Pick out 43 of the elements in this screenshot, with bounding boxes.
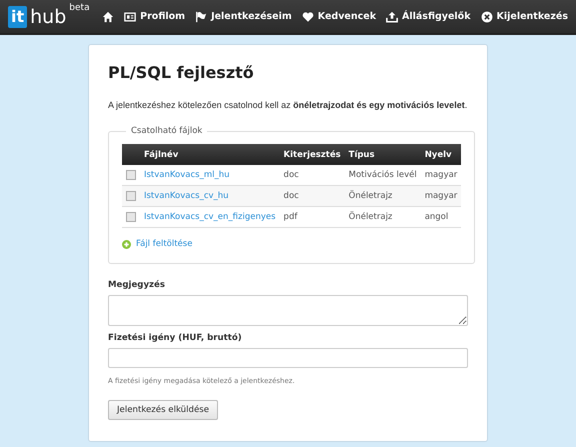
id-card-icon — [124, 10, 136, 22]
nav-link[interactable]: Állásfigyelők — [386, 10, 471, 22]
column-header: Típus — [344, 144, 421, 165]
checkbox[interactable] — [126, 212, 136, 222]
flag-icon — [195, 10, 208, 22]
beta-label: beta — [69, 2, 90, 12]
job-title: PL/SQL fejlesztő — [108, 63, 255, 82]
column-header: Fájlnév — [140, 144, 280, 165]
column-header: Nyelv — [420, 144, 462, 165]
table-cell: angol — [420, 206, 462, 228]
checkbox[interactable] — [126, 191, 136, 201]
upload-icon — [386, 10, 398, 22]
checkbox[interactable] — [126, 170, 136, 180]
table-cell: Motivációs levél — [344, 165, 421, 186]
logo-text[interactable]: hub — [30, 6, 66, 28]
intro-text: A jelentkezéshez kötelezően csatolnod kell az önéletrajzodat és egy motivációs levelet. — [108, 100, 468, 110]
field-label: Fizetési igény (HUF, bruttó) — [108, 333, 243, 343]
home-icon — [102, 10, 114, 22]
home-button[interactable] — [102, 10, 114, 22]
salary-field[interactable] — [108, 348, 468, 368]
upload-link[interactable]: Fájl feltöltése — [136, 239, 192, 249]
submit-button[interactable]: Jelentkezés elküldése — [108, 400, 218, 420]
column-header: Kiterjesztés — [280, 144, 345, 165]
file-link[interactable]: IstvanKovacs_ml_hu — [144, 170, 230, 180]
table-cell: magyar — [420, 165, 462, 186]
logo-mark[interactable]: it — [8, 6, 28, 28]
nav-link[interactable]: Jelentkezéseim — [195, 10, 292, 22]
table-cell: magyar — [420, 186, 462, 206]
table-cell: Önéletrajz — [344, 186, 421, 206]
panel-legend: Csatolható fájlok — [126, 126, 208, 136]
table-cell: Önéletrajz — [344, 206, 421, 228]
table-cell: pdf — [280, 206, 345, 228]
plus-circle-icon — [122, 240, 131, 248]
nav-link[interactable]: Kedvencek — [302, 10, 376, 22]
table-cell: doc — [280, 186, 345, 206]
nav-link[interactable]: Kijelentkezés — [480, 10, 568, 22]
file-link[interactable]: IstvanKovacs_cv_en_fizigenyes — [144, 212, 276, 222]
comment-field[interactable] — [108, 295, 468, 326]
field-label: Megjegyzés — [108, 280, 166, 290]
close-circle-icon — [480, 10, 493, 22]
heart-icon — [302, 10, 314, 22]
nav-link[interactable]: Profilom — [124, 10, 186, 22]
table-cell: doc — [280, 165, 345, 186]
